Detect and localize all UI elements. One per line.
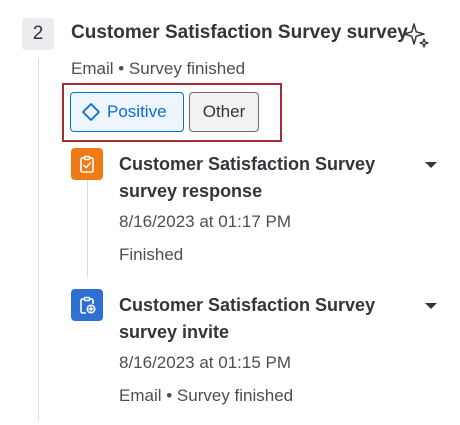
expand-caret-response[interactable] xyxy=(425,162,437,168)
event-title-response: Customer Satisfaction Survey survey resp… xyxy=(119,154,376,201)
positive-tag-button[interactable]: Positive xyxy=(70,92,184,132)
timeline-line xyxy=(38,58,39,420)
other-tag-button[interactable]: Other xyxy=(189,92,259,132)
event-icon-invite xyxy=(71,289,103,321)
diamond-icon xyxy=(82,103,100,121)
other-tag-label: Other xyxy=(202,102,246,121)
clipboard-add-icon xyxy=(80,296,96,314)
survey-title: Customer Satisfaction Survey survey xyxy=(71,22,408,43)
event-timeline-line xyxy=(87,180,88,277)
event-date-response: 8/16/2023 at 01:17 PM xyxy=(119,212,292,231)
clipboard-check-icon xyxy=(80,155,94,173)
event-title-invite: Customer Satisfaction Survey survey invi… xyxy=(119,295,376,342)
positive-tag-label: Positive xyxy=(107,102,167,121)
expand-caret-invite[interactable] xyxy=(425,303,437,309)
step-number-badge: 2 xyxy=(22,18,54,50)
survey-subtitle: Email • Survey finished xyxy=(71,59,246,78)
sparkle-icon[interactable] xyxy=(402,21,430,49)
event-status-invite: Email • Survey finished xyxy=(119,386,294,405)
event-date-invite: 8/16/2023 at 01:15 PM xyxy=(119,353,292,372)
event-status-response: Finished xyxy=(119,245,184,264)
event-icon-response xyxy=(71,148,103,180)
